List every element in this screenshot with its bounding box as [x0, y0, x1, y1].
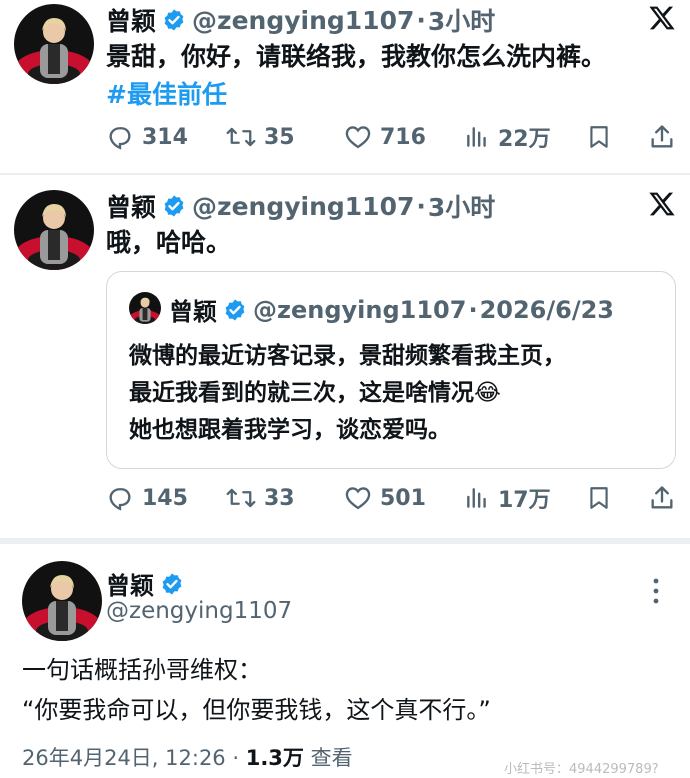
views-button[interactable]: 17万: [464, 481, 551, 515]
like-button[interactable]: 501: [344, 481, 426, 515]
reply-icon: [109, 127, 131, 150]
retweet-button[interactable]: 33: [226, 481, 295, 515]
quoted-tweet[interactable]: 曾颖 @zengying1107 · 2026/6/23 微博的最近访客记录，景…: [106, 271, 676, 469]
views-icon: [467, 127, 486, 147]
reply-count: 145: [142, 485, 188, 511]
avatar[interactable]: [14, 4, 94, 84]
tweet-header: 曾颖: [106, 566, 190, 601]
verified-badge-icon: [164, 195, 184, 217]
bookmark-icon[interactable]: [586, 123, 612, 151]
like-count: 501: [380, 485, 426, 511]
quote-date: 2026/6/23: [479, 295, 615, 324]
tweet-meta: 26年4月24日, 12:26 · 1.3万 查看: [22, 742, 353, 772]
avatar[interactable]: [14, 190, 94, 270]
like-icon: [345, 126, 371, 149]
tweet-header: 曾颖 @zengying1107 · 3小时: [106, 2, 495, 38]
retweet-icon: [226, 127, 256, 147]
tweet-timestamp[interactable]: 26年4月24日, 12:26 ·: [22, 746, 246, 770]
share-icon[interactable]: [648, 123, 676, 151]
views-count: 22万: [498, 127, 551, 152]
views-button[interactable]: 22万: [464, 120, 551, 154]
like-button[interactable]: 716: [344, 120, 426, 154]
tweet-text: 哦，哈哈。: [106, 228, 232, 257]
tweet-time[interactable]: 3小时: [428, 188, 495, 224]
verified-badge-icon: [225, 299, 245, 320]
view-count: 1.3万: [245, 746, 304, 770]
separator-dot: ·: [468, 295, 478, 324]
separator-dot: ·: [416, 5, 426, 35]
author-handle[interactable]: @zengying1107: [192, 192, 414, 221]
verified-badge-icon: [162, 573, 182, 594]
reply-button[interactable]: 145: [106, 481, 188, 515]
more-icon[interactable]: [652, 578, 660, 604]
tweet-header: 曾颖 @zengying1107 · 3小时: [106, 188, 495, 224]
action-bar: 314 35 716 22万: [106, 120, 676, 154]
quote-text: 微博的最近访客记录，景甜频繁看我主页， 最近我看到的就三次，这是啥情况😂 她也想…: [129, 338, 566, 449]
x-logo-icon: [649, 192, 675, 216]
reply-count: 314: [142, 124, 188, 150]
quote-author-name: 曾颖: [169, 298, 217, 326]
quote-text-line: 她也想跟着我学习，谈恋爱吗。: [129, 417, 451, 443]
author-handle[interactable]: @zengying1107: [106, 598, 292, 624]
author-name[interactable]: 曾颖: [106, 188, 156, 224]
x-logo-icon: [649, 6, 675, 30]
like-count: 716: [380, 124, 426, 150]
tweet-text: 景甜，你好，请联络我，我教你怎么洗内裤。 #最佳前任: [106, 38, 606, 114]
tweet-text-line: 一句话概括孙哥维权：: [22, 656, 262, 684]
action-bar: 145 33 501 17万: [106, 481, 676, 515]
tweet-text-line: “你要我命可以，但你要我钱，这个真不行。”: [22, 696, 491, 724]
divider: [0, 173, 690, 175]
tweet-text-line: 景甜，你好，请联络我，我教你怎么洗内裤。: [106, 42, 607, 71]
share-icon[interactable]: [648, 484, 676, 512]
watermark: 小红书号：4944299789?: [504, 762, 659, 777]
bookmark-icon[interactable]: [586, 484, 612, 512]
divider: [0, 538, 690, 544]
views-icon: [467, 488, 486, 508]
author-name[interactable]: 曾颖: [106, 566, 154, 601]
separator-dot: ·: [416, 191, 426, 221]
view-label: 查看: [303, 746, 353, 770]
retweet-count: 33: [264, 485, 295, 511]
quote-text-line: 最近我看到的就三次，这是啥情况😂: [129, 380, 501, 406]
tweet-text: 一句话概括孙哥维权： “你要我命可以，但你要我钱，这个真不行。”: [22, 650, 491, 730]
like-icon: [345, 487, 371, 510]
quote-author-handle: @zengying1107: [253, 295, 467, 324]
quote-header: 曾颖 @zengying1107 · 2026/6/23: [169, 292, 614, 327]
author-handle[interactable]: @zengying1107: [192, 6, 414, 35]
quote-avatar: [129, 292, 161, 324]
retweet-count: 35: [264, 124, 295, 150]
author-name[interactable]: 曾颖: [106, 2, 156, 38]
tweet-1[interactable]: 曾颖 @zengying1107 · 3小时 景甜，你好，请联络我，我教你怎么洗…: [0, 0, 690, 172]
reply-icon: [109, 488, 131, 511]
hashtag-link[interactable]: #最佳前任: [106, 76, 606, 114]
views-count: 17万: [498, 488, 551, 513]
tweet-time[interactable]: 3小时: [428, 2, 495, 38]
retweet-button[interactable]: 35: [226, 120, 295, 154]
avatar[interactable]: [22, 561, 102, 641]
retweet-icon: [226, 488, 256, 508]
reply-button[interactable]: 314: [106, 120, 188, 154]
verified-badge-icon: [164, 9, 184, 31]
quote-text-line: 微博的最近访客记录，景甜频繁看我主页，: [129, 343, 566, 369]
